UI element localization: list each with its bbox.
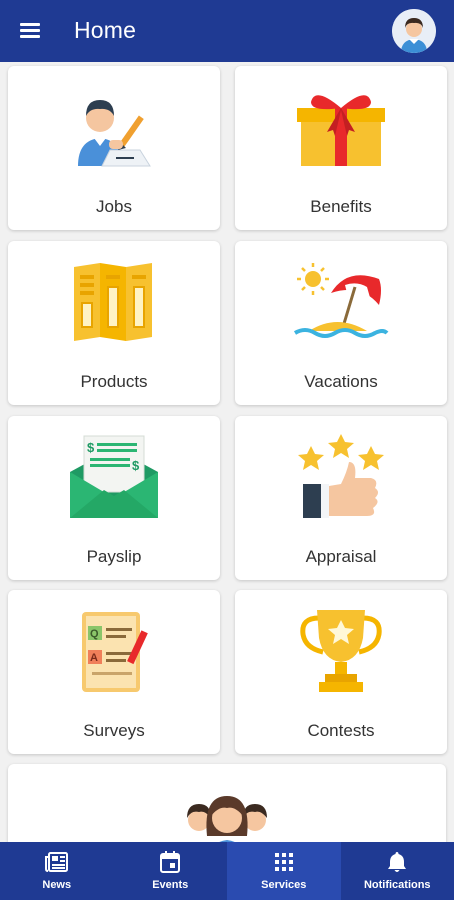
tile-label: Appraisal [305,547,377,566]
newspaper-icon [44,852,68,872]
tile-label: Payslip [86,547,142,566]
nav-services[interactable]: Services [227,842,341,900]
beach-umbrella-icon [293,263,389,338]
svg-text:$: $ [132,458,140,473]
services-grid: Jobs Benefits Products Vacations $ $ Pay… [0,62,454,842]
nav-label: Services [261,879,307,891]
tile-jobs[interactable]: Jobs [8,66,220,230]
bell-icon [388,852,407,872]
gift-icon [297,95,385,166]
job-application-icon [78,100,151,167]
tile-appraisal[interactable]: Appraisal [235,416,447,580]
menu-icon[interactable] [14,17,48,45]
people-group-icon [187,796,267,842]
user-avatar-icon[interactable] [392,9,436,53]
grid-icon [274,853,293,871]
nav-events[interactable]: Events [114,842,228,900]
nav-notifications[interactable]: Notifications [341,842,454,900]
nav-label: Events [152,879,189,891]
survey-qa-icon: Q A [82,612,148,692]
thumbs-up-stars-icon [298,434,384,518]
tile-team[interactable] [8,764,446,842]
tile-vacations[interactable]: Vacations [235,241,447,405]
trophy-icon [300,610,382,692]
tile-label: Contests [307,721,375,740]
tile-products[interactable]: Products [8,241,220,405]
tile-label: Vacations [304,372,378,391]
tile-label: Jobs [96,197,132,216]
bottom-nav: News Events Services Notifications [0,842,454,900]
svg-text:Q: Q [90,628,99,640]
payslip-envelope-icon: $ $ [70,435,158,518]
calendar-icon [160,851,181,873]
tile-label: Products [80,372,148,391]
tile-payslip[interactable]: $ $ Payslip [8,416,220,580]
svg-text:$: $ [87,440,95,455]
tile-contests[interactable]: Contests [235,590,447,754]
tile-label: Surveys [83,721,145,740]
nav-label: News [42,879,72,891]
app-bar: Home [0,0,454,62]
svg-text:A: A [90,652,98,664]
brochure-icon [74,263,152,341]
nav-news[interactable]: News [0,842,114,900]
tile-label: Benefits [310,197,372,216]
tile-benefits[interactable]: Benefits [235,66,447,230]
tile-surveys[interactable]: Q A Surveys [8,590,220,754]
page-title: Home [74,17,137,43]
nav-label: Notifications [363,879,431,891]
